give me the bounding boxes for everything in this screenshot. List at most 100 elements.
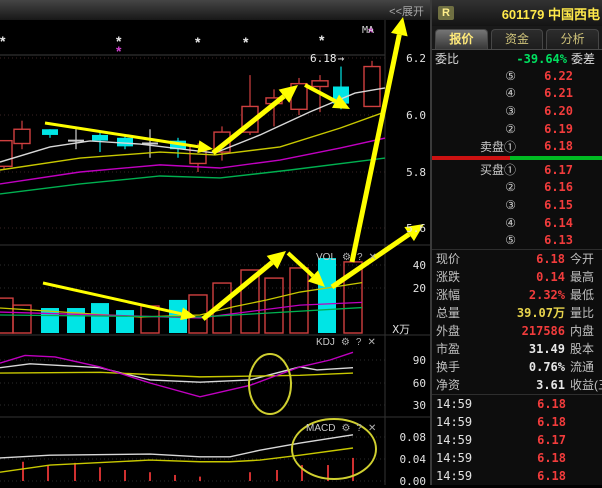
order-book-row[interactable]: ②6.16 — [432, 179, 602, 197]
info-label-2: 量比 — [570, 304, 602, 321]
info-label: 现价 — [436, 250, 476, 267]
tick-row: 14:596.18 — [432, 449, 602, 467]
weibi-value: -39.64% — [459, 52, 571, 66]
info-label: 换手 — [436, 358, 476, 375]
order-level-label: 买盘① — [432, 161, 516, 178]
order-level-price: 6.14 — [516, 216, 602, 230]
down-candle — [92, 135, 108, 141]
tick-time: 14:59 — [436, 451, 498, 465]
order-book-row[interactable]: 买盘①6.17 — [432, 161, 602, 179]
order-level-price: 6.17 — [516, 163, 602, 177]
kdj-line — [0, 352, 353, 396]
info-label-2: 内盘 — [570, 322, 602, 339]
buy-sell-gauge-bar — [432, 156, 602, 160]
order-level-label: ④ — [432, 216, 516, 230]
quote-info-row: 外盘217586内盘 — [432, 322, 602, 340]
kdj-line — [0, 372, 353, 377]
order-book-row[interactable]: ④6.14 — [432, 214, 602, 232]
gear-icon[interactable]: ⚙ — [341, 424, 350, 434]
gear-icon[interactable]: ⚙ — [341, 338, 350, 348]
order-level-price: 6.19 — [516, 122, 602, 136]
order-book-row[interactable]: ③6.20 — [432, 102, 602, 120]
order-book-row[interactable]: ⑤6.22 — [432, 67, 602, 85]
sell-order-book: ⑤6.22④6.21③6.20②6.19卖盘①6.18 — [432, 67, 602, 155]
order-level-price: 6.13 — [516, 233, 602, 247]
volume-bar — [141, 306, 159, 333]
order-level-price: 6.21 — [516, 86, 602, 100]
info-value: 0.14 — [476, 270, 570, 284]
weicha-label: 委差 — [571, 50, 599, 67]
buy-strength-bar — [510, 156, 602, 160]
info-value: 3.61 — [476, 378, 570, 392]
macd-line — [0, 435, 353, 458]
quote-tabs: 报价资金分析 — [432, 26, 602, 50]
tab-分析[interactable]: 分析 — [546, 29, 599, 49]
help-icon[interactable]: ? — [356, 424, 362, 434]
order-level-price: 6.16 — [516, 180, 602, 194]
info-value: 217586 — [476, 324, 570, 338]
tick-price: 6.18 — [498, 397, 566, 411]
volume-bar — [318, 258, 336, 333]
indicator-header-vol: VOL⚙?✕ — [316, 252, 377, 263]
help-icon[interactable]: ? — [357, 253, 363, 263]
info-label-2: 今开 — [570, 250, 602, 267]
order-book-row[interactable]: ⑤6.13 — [432, 231, 602, 249]
info-value: 6.18 — [476, 252, 570, 266]
tick-time: 14:59 — [436, 469, 498, 483]
order-level-price: 6.15 — [516, 198, 602, 212]
volume-bar — [265, 278, 283, 333]
volume-bar — [290, 268, 308, 333]
order-book-row[interactable]: ③6.15 — [432, 196, 602, 214]
info-label: 净资 — [436, 376, 476, 393]
tick-price: 6.18 — [498, 415, 566, 429]
tick-time: 14:59 — [436, 397, 498, 411]
down-candle — [42, 129, 58, 135]
tick-row: 14:596.18 — [432, 467, 602, 485]
indicator-name: KDJ — [316, 337, 335, 348]
tick-row: 14:596.18 — [432, 413, 602, 431]
tab-资金[interactable]: 资金 — [491, 29, 544, 49]
stock-title: 601179 中国西电 — [458, 4, 600, 23]
quote-panel: R 601179 中国西电 报价资金分析 委比 -39.64% 委差 ⑤6.22… — [430, 0, 602, 485]
info-label-2: 最低 — [570, 286, 602, 303]
quote-info-row: 净资3.61收益(三 — [432, 376, 602, 394]
order-book-row[interactable]: ②6.19 — [432, 120, 602, 138]
up-candle — [364, 67, 380, 107]
close-icon[interactable]: ✕ — [369, 253, 377, 263]
order-book-row[interactable]: ④6.21 — [432, 85, 602, 103]
quote-info-row: 市盈31.49股本 — [432, 340, 602, 358]
weibi-row: 委比 -39.64% 委差 — [432, 50, 602, 67]
trend-arrow — [213, 96, 284, 153]
close-icon[interactable]: ✕ — [368, 424, 376, 434]
sell-strength-bar — [432, 156, 510, 160]
info-value: 39.07万 — [476, 304, 570, 321]
help-icon[interactable]: ? — [356, 338, 362, 348]
stock-name: 中国西电 — [548, 7, 600, 22]
tick-row: 14:596.18 — [432, 395, 602, 413]
tick-price: 6.18 — [498, 469, 566, 483]
indicator-name: MACD — [306, 423, 335, 434]
volume-bar — [91, 303, 109, 333]
info-label: 涨跌 — [436, 268, 476, 285]
order-level-price: 6.20 — [516, 104, 602, 118]
info-value: 31.49 — [476, 342, 570, 356]
margin-tradable-badge: R — [438, 6, 454, 20]
chart-panel: <<展开 6.26.05.85.64020X万9060300.080.040.0… — [0, 0, 430, 485]
tick-time: 14:59 — [436, 415, 498, 429]
gear-icon[interactable]: ⚙ — [342, 253, 351, 263]
quote-info-row: 总量39.07万量比 — [432, 304, 602, 322]
info-label-2: 最高 — [570, 268, 602, 285]
order-level-label: ② — [432, 180, 516, 194]
order-level-label: ⑤ — [432, 233, 516, 247]
up-candle — [312, 81, 328, 87]
order-book-row[interactable]: 卖盘①6.18 — [432, 137, 602, 155]
trend-arrow-head — [391, 17, 408, 36]
tick-price: 6.17 — [498, 433, 566, 447]
close-icon[interactable]: ✕ — [367, 338, 375, 348]
tick-price: 6.18 — [498, 451, 566, 465]
tab-报价[interactable]: 报价 — [435, 29, 488, 49]
order-level-label: ⑤ — [432, 69, 516, 83]
weibi-label: 委比 — [435, 50, 459, 67]
quote-info-row: 现价6.18今开 — [432, 250, 602, 268]
info-label-2: 流通 — [570, 358, 602, 375]
